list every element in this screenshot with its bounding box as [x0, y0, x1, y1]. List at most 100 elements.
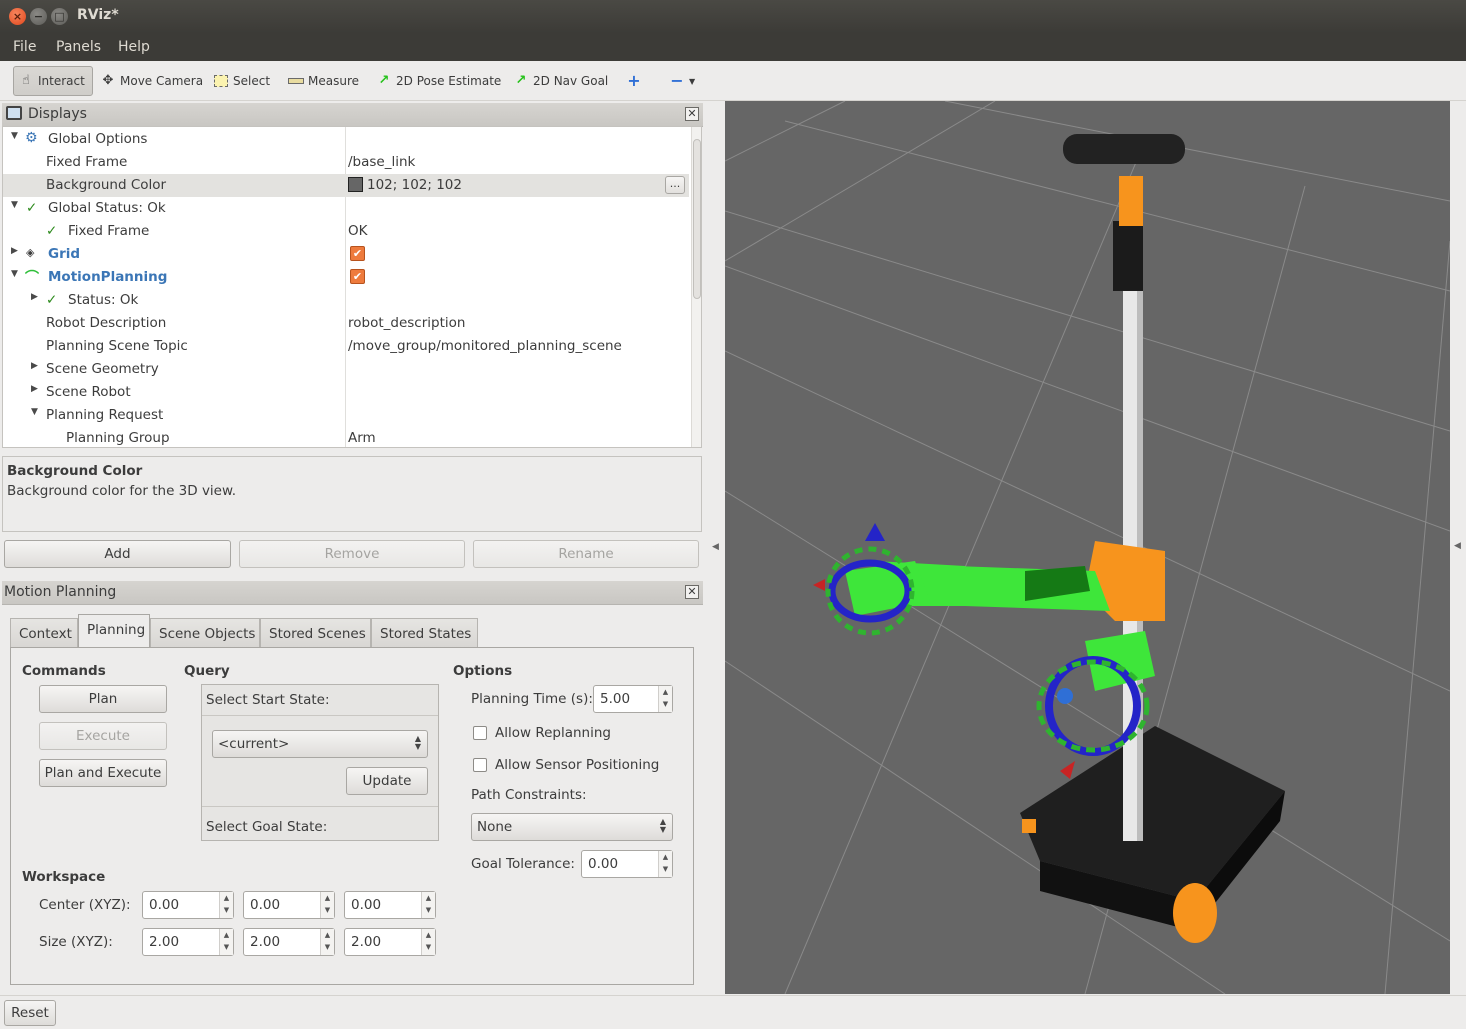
- center-label: Center (XYZ):: [39, 897, 131, 913]
- tree-row-global-options[interactable]: ▼ ⚙ Global Options: [3, 128, 689, 151]
- tree-row-fixed-frame[interactable]: Fixed Frame /base_link: [3, 151, 689, 174]
- size-y-input[interactable]: 2.00 ▲ ▼: [243, 928, 335, 956]
- motion-planning-enabled-checkbox[interactable]: ✔: [350, 269, 365, 284]
- spin-arrows-icon[interactable]: ▲ ▼: [658, 851, 672, 877]
- color-picker-button[interactable]: ...: [665, 176, 685, 194]
- path-constraints-select[interactable]: None ▲ ▼: [471, 813, 673, 841]
- tree-row-background-color[interactable]: Background Color 102; 102; 102 ...: [3, 174, 689, 197]
- spin-arrows-icon[interactable]: ▲ ▼: [421, 929, 435, 955]
- planning-group-value[interactable]: Arm: [348, 430, 376, 446]
- tree-row-robot-description[interactable]: Robot Description robot_description: [3, 312, 689, 335]
- size-x-input[interactable]: 2.00 ▲ ▼: [142, 928, 234, 956]
- spin-arrows-icon: ▲ ▼: [659, 817, 666, 834]
- tree-row-scene-geometry[interactable]: ▶ Scene Geometry: [3, 358, 689, 381]
- allow-replanning-checkbox[interactable]: [473, 726, 487, 740]
- planning-time-input[interactable]: 5.00 ▲ ▼: [593, 685, 673, 713]
- tree-row-planning-scene-topic[interactable]: Planning Scene Topic /move_group/monitor…: [3, 335, 689, 358]
- tree-row-planning-request[interactable]: ▼ Planning Request: [3, 404, 689, 427]
- center-y-input[interactable]: 0.00 ▲ ▼: [243, 891, 335, 919]
- close-window-button[interactable]: ×: [9, 8, 26, 25]
- move-camera-label: Move Camera: [120, 74, 204, 88]
- collapse-left-icon[interactable]: ◀: [712, 542, 719, 552]
- close-motion-planning-button[interactable]: ✕: [685, 585, 699, 599]
- center-z-value: 0.00: [351, 897, 382, 913]
- grid-icon: ◈: [26, 246, 35, 259]
- execute-button[interactable]: Execute: [39, 722, 167, 750]
- add-display-button[interactable]: Add: [4, 540, 231, 568]
- row-label: Fixed Frame: [46, 154, 128, 170]
- move-camera-tool[interactable]: ✥ Move Camera: [96, 66, 207, 96]
- tab-context[interactable]: Context: [10, 618, 78, 648]
- tab-scene-objects[interactable]: Scene Objects: [150, 618, 260, 648]
- menu-panels[interactable]: Panels: [56, 39, 101, 55]
- row-label: Fixed Frame: [68, 223, 150, 239]
- interact-tool[interactable]: ☝ Interact: [13, 66, 93, 96]
- motion-planning-title: Motion Planning: [4, 584, 117, 600]
- spin-arrows-icon[interactable]: ▲ ▼: [320, 929, 334, 955]
- measure-tool[interactable]: Measure: [284, 66, 363, 96]
- status-bar: Reset: [0, 995, 1466, 1029]
- plan-button[interactable]: Plan: [39, 685, 167, 713]
- expand-right-icon: ▶: [31, 292, 38, 302]
- minimize-window-button[interactable]: −: [30, 8, 47, 25]
- plan-and-execute-button[interactable]: Plan and Execute: [39, 759, 167, 787]
- collapse-right-icon[interactable]: ◀: [1454, 541, 1461, 551]
- allow-sensor-checkbox[interactable]: [473, 758, 487, 772]
- maximize-window-button[interactable]: □: [51, 8, 68, 25]
- size-x-value: 2.00: [149, 934, 180, 950]
- tree-row-grid[interactable]: ▶ ◈ Grid ✔: [3, 243, 689, 266]
- nav-goal-tool[interactable]: ↗ 2D Nav Goal: [509, 66, 612, 96]
- start-state-select[interactable]: <current> ▲ ▼: [212, 730, 428, 758]
- center-z-input[interactable]: 0.00 ▲ ▼: [344, 891, 436, 919]
- planning-scene-topic-value[interactable]: /move_group/monitored_planning_scene: [348, 338, 622, 354]
- 3d-viewport[interactable]: [725, 101, 1450, 994]
- tree-scrollbar[interactable]: [691, 127, 701, 447]
- tab-planning[interactable]: Planning: [78, 614, 150, 649]
- robot-description-value[interactable]: robot_description: [348, 315, 465, 331]
- center-x-value: 0.00: [149, 897, 180, 913]
- pose-estimate-tool[interactable]: ↗ 2D Pose Estimate: [372, 66, 505, 96]
- spin-arrows-icon[interactable]: ▲ ▼: [320, 892, 334, 918]
- update-button[interactable]: Update: [346, 767, 428, 795]
- spin-arrows-icon[interactable]: ▲ ▼: [219, 929, 233, 955]
- fixed-frame-value[interactable]: /base_link: [348, 154, 415, 170]
- select-tool[interactable]: Select: [209, 66, 274, 96]
- check-icon: ✓: [46, 223, 58, 239]
- goal-tolerance-input[interactable]: 0.00 ▲ ▼: [581, 850, 673, 878]
- remove-tool-button[interactable]: − ▼: [665, 66, 699, 96]
- goal-tolerance-value: 0.00: [588, 856, 619, 872]
- tab-stored-states[interactable]: Stored States: [371, 618, 478, 648]
- move-camera-icon: ✥: [102, 73, 114, 88]
- row-label: Planning Group: [66, 430, 170, 446]
- tab-stored-scenes[interactable]: Stored Scenes: [260, 618, 371, 648]
- menu-help[interactable]: Help: [118, 39, 150, 55]
- reset-button[interactable]: Reset: [4, 1000, 56, 1026]
- query-heading: Query: [184, 663, 230, 679]
- center-x-input[interactable]: 0.00 ▲ ▼: [142, 891, 234, 919]
- remove-display-button[interactable]: Remove: [239, 540, 465, 568]
- tree-row-planning-group[interactable]: Planning Group Arm: [3, 427, 689, 447]
- tree-row-scene-robot[interactable]: ▶ Scene Robot: [3, 381, 689, 404]
- tree-row-motion-planning[interactable]: ▼ ⌒ MotionPlanning ✔: [3, 266, 689, 289]
- menu-bar: File Panels Help: [0, 33, 1466, 61]
- tree-row-global-status[interactable]: ▼ ✓ Global Status: Ok: [3, 197, 689, 220]
- add-tool-button[interactable]: +: [622, 66, 646, 96]
- monitor-icon: [6, 106, 22, 120]
- menu-file[interactable]: File: [13, 39, 36, 55]
- spin-arrows-icon[interactable]: ▲ ▼: [658, 686, 672, 712]
- start-state-label: Select Start State:: [206, 692, 330, 708]
- size-z-input[interactable]: 2.00 ▲ ▼: [344, 928, 436, 956]
- interact-label: Interact: [38, 74, 85, 88]
- grid-enabled-checkbox[interactable]: ✔: [350, 246, 365, 261]
- scrollbar-thumb[interactable]: [693, 139, 701, 299]
- background-color-value[interactable]: 102; 102; 102: [348, 177, 462, 193]
- row-label: Status: Ok: [68, 292, 139, 308]
- close-displays-button[interactable]: ✕: [685, 107, 699, 121]
- displays-tree[interactable]: ▼ ⚙ Global Options Fixed Frame /base_lin…: [2, 126, 702, 448]
- spin-arrows-icon[interactable]: ▲ ▼: [219, 892, 233, 918]
- spin-arrows-icon[interactable]: ▲ ▼: [421, 892, 435, 918]
- tree-row-status-ok[interactable]: ▶ ✓ Status: Ok: [3, 289, 689, 312]
- planning-time-label: Planning Time (s):: [471, 691, 593, 707]
- tree-row-fixed-frame-status[interactable]: ✓ Fixed Frame OK: [3, 220, 689, 243]
- rename-display-button[interactable]: Rename: [473, 540, 699, 568]
